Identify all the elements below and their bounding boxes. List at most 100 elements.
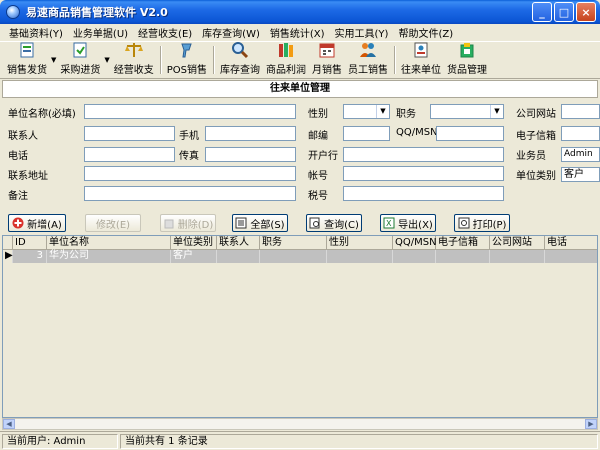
close-button[interactable]: × [576, 2, 596, 22]
chevron-down-icon[interactable]: ▼ [51, 56, 56, 64]
toolbar-separator [159, 46, 161, 74]
product-profit-button[interactable]: 商品利润 [263, 42, 309, 78]
magnifier-icon [230, 41, 250, 59]
excel-icon: X [383, 217, 395, 229]
grid-header-qq[interactable]: QQ/MSN [393, 236, 437, 250]
scale-icon [124, 41, 144, 59]
unit-name-label: 单位名称(必填) [8, 109, 76, 120]
fax-label: 传真 [179, 151, 199, 162]
grid-header-email[interactable]: 电子信箱 [436, 236, 490, 250]
phone-label: 电话 [8, 151, 28, 162]
goods-box-icon [457, 41, 477, 59]
title-bar[interactable]: 易速商品销售管理软件 V2.0 _ □ × [0, 0, 600, 24]
maximize-button[interactable]: □ [554, 2, 574, 22]
export-button[interactable]: X 导出(X) [380, 214, 436, 232]
partner-grid[interactable]: ID 单位名称 单位类别 联系人 职务 性别 QQ/MSN 电子信箱 公司网站 … [2, 235, 598, 418]
email-input[interactable] [561, 126, 600, 141]
remark-input[interactable] [84, 186, 296, 201]
users-icon [358, 41, 378, 59]
contact-card-icon [411, 41, 431, 59]
menu-stock-query[interactable]: 库存查询(W) [197, 25, 265, 40]
menu-help[interactable]: 帮助文件(Z) [393, 25, 458, 40]
partners-button[interactable]: 往来单位 [398, 42, 444, 78]
calendar-icon [317, 41, 337, 59]
purchase-in-button[interactable]: 采购进货 [57, 42, 103, 78]
grid-header-gender[interactable]: 性别 [327, 236, 393, 250]
gender-select[interactable]: ▼ [343, 104, 390, 119]
mobile-label: 手机 [179, 131, 199, 142]
staff-sales-button[interactable]: 员工销售 [345, 42, 391, 78]
cell-type[interactable]: 客户 [171, 250, 217, 263]
menu-income-expense[interactable]: 经营收支(E) [133, 25, 197, 40]
pos-button[interactable]: POS销售 [164, 42, 210, 78]
cell-name[interactable]: 华为公司 [47, 250, 171, 263]
scroll-left-icon[interactable]: ◀ [3, 419, 15, 429]
horizontal-scrollbar[interactable]: ◀ ▶ [2, 418, 598, 430]
printer-icon [458, 217, 470, 229]
delete-button[interactable]: 删除(D) [160, 214, 216, 232]
menu-sales-stats[interactable]: 销售统计(X) [265, 25, 330, 40]
cell-phone[interactable] [545, 250, 597, 263]
address-input[interactable] [84, 166, 296, 181]
cell-website[interactable] [490, 250, 545, 263]
plus-icon [12, 217, 24, 229]
cell-contact[interactable] [217, 250, 260, 263]
monthly-sales-button[interactable]: 月销售 [309, 42, 345, 78]
books-icon [276, 41, 296, 59]
mobile-input[interactable] [205, 126, 296, 141]
sales-out-button[interactable]: 销售发货 [4, 42, 50, 78]
clerk-select[interactable]: Admin [561, 147, 600, 162]
query-button[interactable]: 查询(C) [306, 214, 362, 232]
grid-header-position[interactable]: 职务 [260, 236, 327, 250]
chevron-down-icon[interactable]: ▼ [490, 105, 503, 118]
income-expense-button[interactable]: 经营收支 [111, 42, 157, 78]
table-row[interactable]: ▶ 3 华为公司 客户 [3, 250, 597, 263]
window-title: 易速商品销售管理软件 V2.0 [26, 6, 168, 19]
bank-input[interactable] [343, 147, 504, 162]
grid-header-id[interactable]: ID [13, 236, 47, 250]
chevron-down-icon[interactable]: ▼ [376, 105, 389, 118]
grid-header-name[interactable]: 单位名称 [47, 236, 171, 250]
menu-business-docs[interactable]: 业务单据(U) [68, 25, 133, 40]
edit-button[interactable]: 修改(E) [85, 214, 141, 232]
account-input[interactable] [343, 166, 504, 181]
grid-header-website[interactable]: 公司网站 [490, 236, 545, 250]
type-label: 单位类别 [516, 171, 556, 182]
status-bar: 当前用户: Admin 当前共有 1 条记录 [0, 431, 600, 450]
minimize-button[interactable]: _ [532, 2, 552, 22]
grid-header: ID 单位名称 单位类别 联系人 职务 性别 QQ/MSN 电子信箱 公司网站 … [3, 236, 597, 250]
position-select[interactable]: ▼ [430, 104, 504, 119]
cell-position[interactable] [260, 250, 327, 263]
stock-query-button[interactable]: 库存查询 [217, 42, 263, 78]
fax-input[interactable] [205, 147, 296, 162]
scroll-right-icon[interactable]: ▶ [585, 419, 597, 429]
cell-email[interactable] [436, 250, 490, 263]
type-select[interactable]: 客户 [561, 167, 600, 182]
svg-text:X: X [386, 219, 392, 228]
unit-name-input[interactable] [84, 104, 296, 119]
zip-input[interactable] [343, 126, 390, 141]
action-bar: 新增(A) 修改(E) 删除(D) 全部(S) 查询(C) X 导出(X) 打印… [0, 212, 600, 234]
website-input[interactable] [561, 104, 600, 119]
grid-header-phone[interactable]: 电话 [545, 236, 597, 250]
chevron-down-icon[interactable]: ▼ [104, 56, 109, 64]
menu-basic-data[interactable]: 基础资料(Y) [4, 25, 68, 40]
contact-input[interactable] [84, 126, 175, 141]
menu-tools[interactable]: 实用工具(Y) [330, 25, 394, 40]
qq-input[interactable] [436, 126, 504, 141]
qq-label: QQ/MSN [396, 127, 438, 138]
cell-gender[interactable] [327, 250, 393, 263]
print-button[interactable]: 打印(P) [454, 214, 510, 232]
add-button[interactable]: 新增(A) [8, 214, 66, 232]
sales-doc-icon [17, 41, 37, 59]
account-label: 帐号 [308, 171, 328, 182]
cell-id[interactable]: 3 [13, 250, 47, 263]
phone-input[interactable] [84, 147, 175, 162]
cell-qq[interactable] [393, 250, 436, 263]
grid-header-type[interactable]: 单位类别 [171, 236, 217, 250]
tax-input[interactable] [343, 186, 504, 201]
search-icon [309, 217, 321, 229]
goods-mgmt-button[interactable]: 货品管理 [444, 42, 490, 78]
grid-header-contact[interactable]: 联系人 [217, 236, 260, 250]
show-all-button[interactable]: 全部(S) [232, 214, 288, 232]
